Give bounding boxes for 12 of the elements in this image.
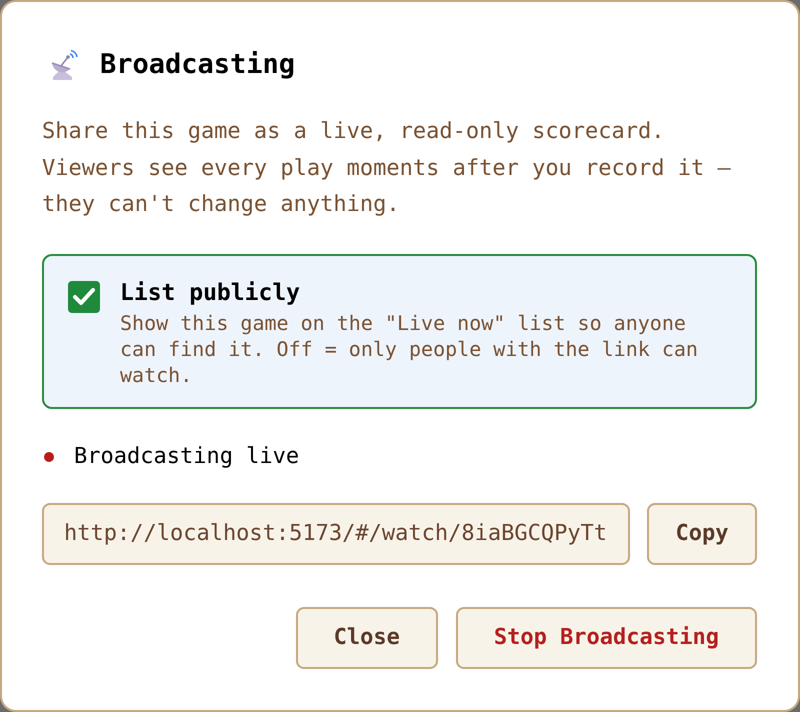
copy-button[interactable]: Copy (647, 502, 757, 564)
stop-broadcasting-button[interactable]: Stop Broadcasting (456, 606, 757, 668)
dialog-title: Broadcasting (100, 48, 296, 82)
checkbox[interactable] (68, 280, 100, 312)
checkmark-icon (73, 288, 95, 306)
dialog-description: Share this game as a live, read-only scorecard. Viewers see every play moments after you record it — they can't change anything. (42, 118, 732, 219)
satellite-dish-icon (50, 49, 78, 81)
status-text: Broadcasting live (74, 442, 300, 470)
close-button[interactable]: Close (296, 606, 438, 668)
checkbox-hint: Show this game on the "Live now" list so anyone can find it. Off = only people with the link can watch. (120, 310, 699, 388)
checkbox-label[interactable]: List publicly (120, 278, 715, 308)
share-link-field[interactable]: http://localhost:5173/#/watch/8iaBGCQPyTt (42, 502, 630, 564)
